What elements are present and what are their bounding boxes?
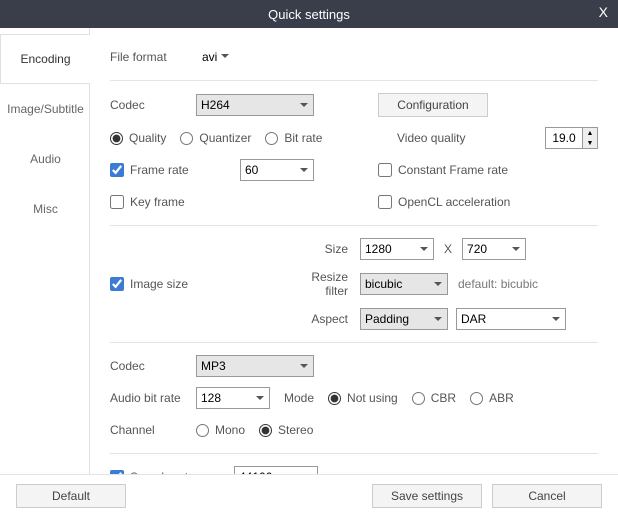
tab-encoding[interactable]: Encoding [0,34,90,84]
quantizer-radio[interactable]: Quantizer [180,131,251,145]
configuration-button[interactable]: Configuration [378,93,488,117]
resize-filter-label: Resize filter [290,270,360,298]
tab-audio[interactable]: Audio [0,134,90,184]
separator [110,80,598,81]
mode-not-using-radio[interactable]: Not using [328,391,398,405]
aspect-label: Aspect [290,312,360,326]
audio-codec-select[interactable]: MP3 [196,355,314,377]
stereo-radio[interactable]: Stereo [259,423,313,437]
channel-label: Channel [110,423,196,437]
file-format-label: File format [110,50,196,64]
separator [110,453,598,454]
aspect-mode-select[interactable]: Padding [360,308,448,330]
video-quality-spinner[interactable]: ▲▼ [545,127,598,149]
audio-bitrate-select[interactable]: 128 [196,387,270,409]
aspect-ratio-select[interactable]: DAR [456,308,566,330]
sample-rate-select[interactable]: 44100 [234,466,318,474]
tab-misc[interactable]: Misc [0,184,90,234]
spinner-up-icon[interactable]: ▲ [583,128,597,138]
audio-bitrate-label: Audio bit rate [110,391,196,405]
sample-rate-checkbox[interactable]: Sample rate [110,470,234,474]
video-quality-label: Video quality [397,131,497,145]
size-height-select[interactable]: 720 [462,238,526,260]
window-title: Quick settings [268,7,350,22]
video-codec-select[interactable]: H264 [196,94,314,116]
cancel-button[interactable]: Cancel [492,484,602,508]
audio-codec-label: Codec [110,359,196,373]
constant-frame-rate-checkbox[interactable]: Constant Frame rate [378,163,598,177]
separator [110,225,598,226]
bitrate-radio[interactable]: Bit rate [265,131,322,145]
main-panel: File format avi Codec H264 Configuration… [90,28,618,474]
video-quality-input[interactable] [546,128,582,148]
video-codec-label: Codec [110,98,196,112]
tab-image-subtitle[interactable]: Image/Subtitle [0,84,90,134]
opencl-checkbox[interactable]: OpenCL acceleration [378,195,598,209]
key-frame-checkbox[interactable]: Key frame [110,195,240,209]
file-format-select[interactable]: avi [196,46,235,68]
footer: Default Save settings Cancel [0,474,618,516]
mode-abr-radio[interactable]: ABR [470,391,514,405]
default-button[interactable]: Default [16,484,126,508]
frame-rate-select[interactable]: 60 [240,159,314,181]
separator [110,342,598,343]
tab-list: Encoding Image/Subtitle Audio Misc [0,28,90,474]
quality-radio[interactable]: Quality [110,131,166,145]
frame-rate-checkbox[interactable]: Frame rate [110,163,240,177]
size-label: Size [290,242,360,256]
image-size-checkbox[interactable]: Image size [110,277,290,291]
size-width-select[interactable]: 1280 [360,238,434,260]
titlebar: Quick settings X [0,0,618,28]
size-x-label: X [434,242,462,256]
mode-label: Mode [270,391,328,405]
mono-radio[interactable]: Mono [196,423,245,437]
save-settings-button[interactable]: Save settings [372,484,482,508]
resize-filter-default: default: bicubic [448,277,538,291]
spinner-down-icon[interactable]: ▼ [583,138,597,148]
mode-cbr-radio[interactable]: CBR [412,391,456,405]
close-icon[interactable]: X [599,4,608,20]
resize-filter-select[interactable]: bicubic [360,273,448,295]
